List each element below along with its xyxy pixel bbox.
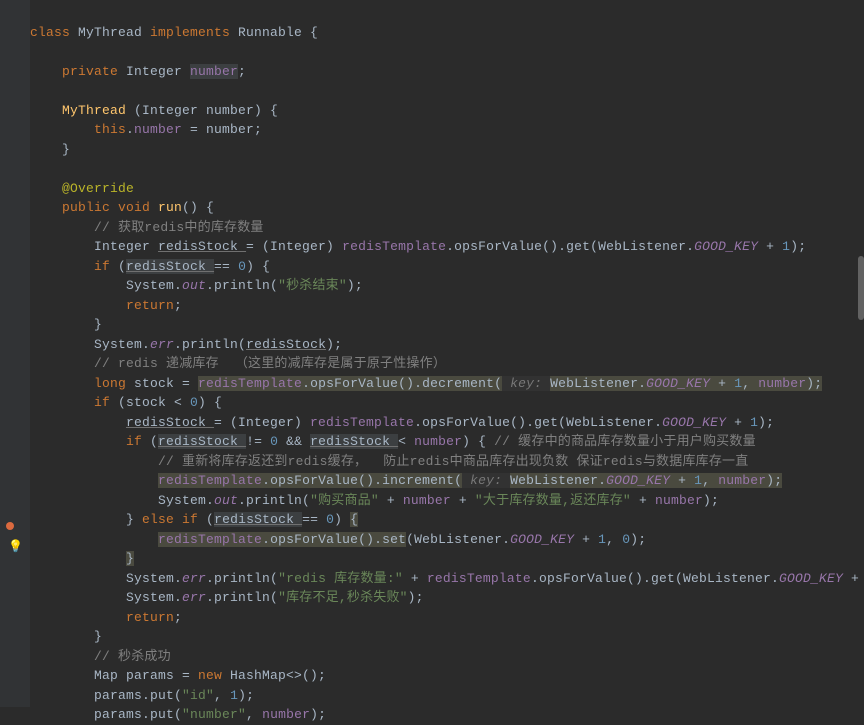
code-line: if (redisStock != 0 && redisStock < numb… — [30, 434, 756, 449]
code-line: return; — [30, 610, 182, 625]
code-line: // 重新将库存返还到redis缓存， 防止redis中商品库存出现负数 保证r… — [30, 454, 748, 469]
code-line: } else if (redisStock == 0) { — [30, 512, 358, 527]
code-line: class MyThread implements Runnable { — [30, 25, 318, 40]
code-line: redisTemplate.opsForValue().increment( k… — [30, 473, 782, 488]
code-line: } — [30, 142, 70, 157]
vertical-scrollbar[interactable] — [858, 0, 864, 707]
code-line: long stock = redisTemplate.opsForValue()… — [30, 376, 822, 391]
code-line: System.err.println("库存不足,秒杀失败"); — [30, 590, 424, 605]
code-line: @Override — [30, 181, 134, 196]
code-line: // redis 递减库存 （这里的减库存是属于原子性操作） — [30, 356, 446, 371]
scrollbar-thumb[interactable] — [858, 256, 864, 320]
code-line: if (stock < 0) { — [30, 395, 222, 410]
code-line: System.err.println(redisStock); — [30, 337, 342, 352]
code-line: public void run() { — [30, 200, 214, 215]
code-line: Map params = new HashMap<>(); — [30, 668, 326, 683]
code-line: } — [30, 551, 134, 566]
breakpoint-marker[interactable] — [6, 522, 14, 530]
code-line: this.number = number; — [30, 122, 262, 137]
code-line: private Integer number; — [30, 64, 246, 79]
code-line: return; — [30, 298, 182, 313]
code-line: // 秒杀成功 — [30, 649, 171, 664]
code-line: redisStock = (Integer) redisTemplate.ops… — [30, 415, 774, 430]
code-line: if (redisStock == 0) { — [30, 259, 270, 274]
code-line: System.err.println("redis 库存数量:" + redis… — [30, 571, 864, 586]
code-line: } — [30, 629, 102, 644]
code-line: redisTemplate.opsForValue().set(WebListe… — [30, 532, 646, 547]
code-line: Integer redisStock = (Integer) redisTemp… — [30, 239, 806, 254]
code-editor[interactable]: class MyThread implements Runnable { pri… — [30, 3, 864, 725]
code-line: MyThread (Integer number) { — [30, 103, 278, 118]
editor-gutter: 💡 — [0, 0, 30, 707]
code-line: params.put("number", number); — [30, 707, 326, 722]
lightbulb-icon[interactable]: 💡 — [8, 538, 23, 558]
code-line: params.put("id", 1); — [30, 688, 254, 703]
code-line: System.out.println("购买商品" + number + "大于… — [30, 493, 719, 508]
code-line: } — [30, 317, 102, 332]
code-line: System.out.println("秒杀结束"); — [30, 278, 363, 293]
code-line: // 获取redis中的库存数量 — [30, 220, 264, 235]
